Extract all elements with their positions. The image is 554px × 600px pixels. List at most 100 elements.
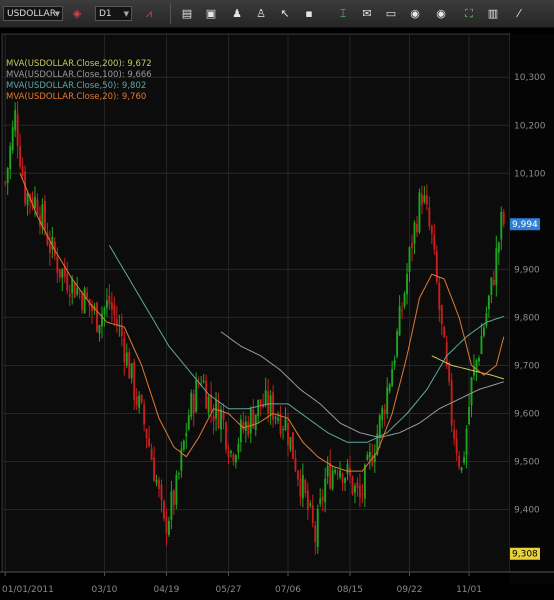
price-chart[interactable]: 10,300 10,200 10,100 9,900 9,800 9,700 9,600 9,… xyxy=(0,28,554,600)
candle-body xyxy=(259,399,262,406)
candle-body xyxy=(282,428,284,430)
candle-body xyxy=(61,269,64,278)
time-tick-label: 04/19 xyxy=(153,585,179,595)
candle-body xyxy=(195,379,198,413)
candle-body xyxy=(334,470,337,473)
low-price-label: 9,308 xyxy=(512,550,538,560)
candle-body xyxy=(480,336,483,355)
candle-body xyxy=(430,225,433,234)
candle-body xyxy=(366,455,369,460)
trade-icon[interactable]: ◉ xyxy=(406,5,424,22)
candle-body xyxy=(128,352,131,379)
candle-body xyxy=(11,127,14,151)
candle-body xyxy=(393,360,396,365)
candle-body xyxy=(138,395,141,408)
candle-body xyxy=(383,409,386,415)
candle-body xyxy=(113,305,116,315)
layout-icon[interactable]: ▥ xyxy=(484,5,502,22)
candle-body xyxy=(445,342,448,366)
candle-body xyxy=(403,293,406,307)
candle-body xyxy=(401,310,404,312)
toolbar: USDOLLAR ▼ ◈ D1 ▼ ⩘ ▤ ▣ ♟ ♙ ↖ ▪ ⌶ ✉ ▭ ◉ … xyxy=(0,0,554,28)
indicator-icon[interactable]: ⩘ xyxy=(140,5,158,22)
candle-body xyxy=(497,242,500,253)
candle-body xyxy=(418,192,421,232)
candle-body xyxy=(130,363,133,379)
crosshair-icon[interactable]: ▣ xyxy=(202,5,220,22)
candle-body xyxy=(277,418,280,421)
candle-body xyxy=(237,443,240,453)
candle-body xyxy=(356,482,359,488)
tools-icon[interactable]: ⁄ xyxy=(510,5,528,22)
candle-body xyxy=(478,357,480,362)
symbol-select[interactable]: USDOLLAR ▼ xyxy=(3,6,63,21)
candle-body xyxy=(301,475,304,499)
candle-body xyxy=(398,306,401,336)
candle-body xyxy=(292,432,294,459)
candle-body xyxy=(190,392,193,417)
candle-body xyxy=(187,415,190,430)
candle-body xyxy=(406,273,408,295)
toolbar-divider xyxy=(170,4,171,24)
candle-body xyxy=(123,337,126,363)
candle-body xyxy=(56,256,59,273)
time-tick-label: 03/10 xyxy=(91,585,117,595)
candle-body xyxy=(9,146,12,169)
candle-body xyxy=(485,313,488,326)
price-axis-panel xyxy=(510,34,554,584)
candle-body xyxy=(229,450,232,453)
candle-body xyxy=(86,292,89,298)
candle-body xyxy=(125,352,128,366)
fibonacci-icon[interactable]: ▪ xyxy=(300,5,318,22)
candle-body xyxy=(299,478,302,497)
chevron-down-icon[interactable]: ▼ xyxy=(55,7,60,22)
timeframe-select[interactable]: D1 ▼ xyxy=(95,6,132,21)
bar-chart-icon[interactable]: ▤ xyxy=(178,5,196,22)
candle-body xyxy=(247,421,250,436)
price-tick-label: 10,300 xyxy=(514,73,546,83)
candle-body xyxy=(438,282,441,310)
candle-body xyxy=(98,325,101,334)
candle-body xyxy=(279,413,282,435)
candle-body xyxy=(48,242,51,254)
candle-body xyxy=(331,470,334,489)
chart-area[interactable]: 10,300 10,200 10,100 9,900 9,800 9,700 9,600 9,… xyxy=(0,28,554,600)
candle-body xyxy=(192,394,195,414)
candle-body xyxy=(351,476,354,495)
candle-body xyxy=(249,408,252,434)
candle-body xyxy=(220,409,222,430)
candle-body xyxy=(296,470,299,480)
candle-body xyxy=(217,401,220,429)
candle-body xyxy=(14,109,17,131)
candle-body xyxy=(16,114,19,146)
candle-body xyxy=(108,295,111,305)
candle-body xyxy=(232,454,235,462)
draw-point-icon[interactable]: ↖ xyxy=(276,5,294,22)
candle-body xyxy=(408,247,411,272)
window-icon[interactable]: ⛶ xyxy=(460,5,478,22)
chevron-down-icon[interactable]: ▼ xyxy=(124,7,129,22)
candle-body xyxy=(316,508,319,547)
candle-body xyxy=(177,473,180,475)
zoom-icon[interactable]: ♟ xyxy=(228,5,246,22)
candle-body xyxy=(267,391,270,414)
chart-type-icon[interactable]: ◈ xyxy=(68,5,86,22)
candle-body xyxy=(502,212,505,225)
candle-body xyxy=(257,399,260,417)
template-icon[interactable]: ✉ xyxy=(358,5,376,22)
plot-area xyxy=(1,33,511,573)
cursor-icon[interactable]: ♙ xyxy=(252,5,270,22)
candle-body xyxy=(96,302,98,332)
legend-entry: MVA(USDOLLAR.Close,50): 9,802 xyxy=(6,81,146,91)
candle-body xyxy=(212,415,215,422)
last-price-label: 9,994 xyxy=(512,220,538,230)
candle-body xyxy=(105,300,108,308)
comment-icon[interactable]: ⌶ xyxy=(334,5,352,22)
candle-body xyxy=(460,467,463,471)
candle-body xyxy=(306,490,309,510)
candle-body xyxy=(490,277,493,295)
candle-body xyxy=(155,479,158,484)
globe-icon[interactable]: ▭ xyxy=(382,5,400,22)
world-icon[interactable]: ◉ xyxy=(432,5,450,22)
candle-body xyxy=(83,288,86,314)
